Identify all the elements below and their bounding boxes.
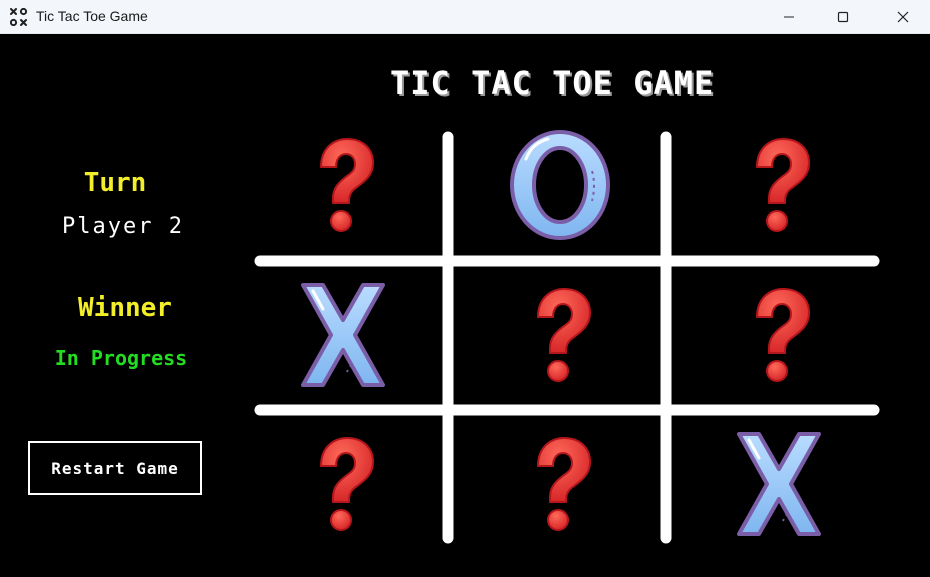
cell-1-1-question-icon[interactable]	[537, 288, 591, 382]
tic-tac-toe-app-icon	[10, 8, 28, 26]
cell-0-0-question-icon[interactable]	[320, 138, 374, 232]
game-board	[254, 130, 880, 544]
minimize-icon	[784, 16, 794, 18]
close-icon	[897, 11, 909, 23]
maximize-icon	[837, 11, 849, 23]
cell-0-1-o-mark[interactable]	[510, 130, 610, 240]
close-button[interactable]	[880, 0, 926, 34]
cell-0-2-question-icon[interactable]	[756, 138, 810, 232]
maximize-button[interactable]	[820, 0, 866, 34]
window-title: Tic Tac Toe Game	[36, 8, 148, 24]
game-area: TIC TAC TOE GAME Turn Player 2 Winner In…	[0, 34, 930, 577]
minimize-button[interactable]	[766, 0, 812, 34]
window-titlebar: Tic Tac Toe Game	[0, 0, 930, 34]
cell-1-0-x-mark[interactable]	[301, 283, 385, 387]
cell-2-2-x-mark[interactable]	[737, 432, 821, 536]
board-cells	[301, 130, 821, 536]
cell-1-2-question-icon[interactable]	[756, 288, 810, 382]
cell-2-1-question-icon[interactable]	[537, 437, 591, 531]
cell-2-0-question-icon[interactable]	[320, 437, 374, 531]
